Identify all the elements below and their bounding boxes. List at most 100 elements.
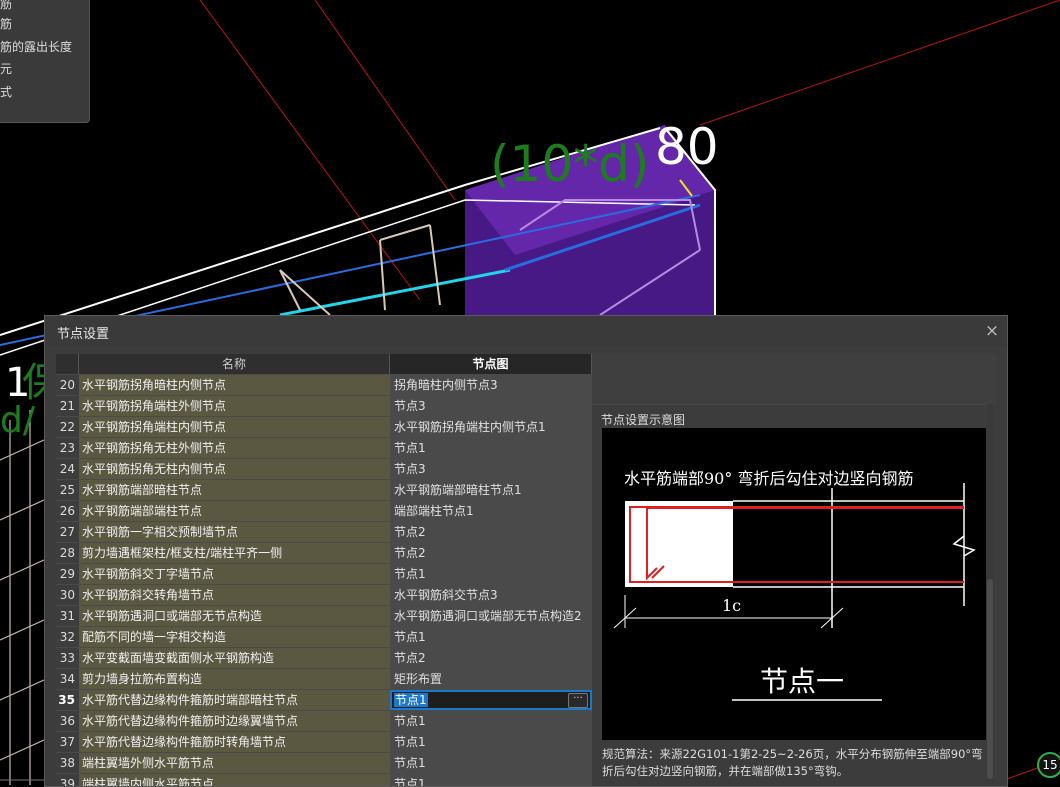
row-name-cell[interactable]: 水平钢筋斜交丁字墙节点	[79, 564, 390, 584]
row-name-cell[interactable]: 水平筋代替边缘构件箍筋时转角墙节点	[79, 732, 390, 752]
table-row[interactable]: 36 水平筋代替边缘构件箍筋时边缘翼墙节点 节点1	[56, 711, 592, 732]
table-header-name[interactable]: 名称	[79, 354, 390, 374]
row-name-cell[interactable]: 端柱翼墙外侧水平筋节点	[79, 753, 390, 773]
row-name-cell[interactable]: 水平钢筋拐角端柱外侧节点	[79, 396, 390, 416]
context-menu-item[interactable]: 筋	[0, 17, 12, 31]
row-node-value: 节点1	[394, 735, 426, 749]
row-node-cell[interactable]: 节点1	[390, 732, 592, 752]
row-node-cell[interactable]: 节点1	[390, 774, 592, 786]
row-name-cell[interactable]: 水平钢筋端部暗柱节点	[79, 480, 390, 500]
table-row[interactable]: 26 水平钢筋端部端柱节点 端部端柱节点1	[56, 501, 592, 522]
row-node-value: 节点1	[394, 567, 426, 581]
context-menu-item[interactable]: 式	[0, 85, 12, 99]
table-row[interactable]: 29 水平钢筋斜交丁字墙节点 节点1	[56, 564, 592, 585]
row-name-cell[interactable]: 水平钢筋端部端柱节点	[79, 501, 390, 521]
row-node-cell[interactable]: 节点1	[390, 438, 592, 458]
row-node-cell[interactable]: 节点2	[390, 522, 592, 542]
ellipsis-button[interactable]: ···	[568, 693, 588, 708]
diagram-panel-header	[592, 354, 996, 405]
row-node-cell[interactable]: 节点1	[390, 627, 592, 647]
row-name-cell[interactable]: 水平钢筋拐角暗柱内侧节点	[79, 375, 390, 395]
table-row[interactable]: 20 水平钢筋拐角暗柱内侧节点 拐角暗柱内侧节点3	[56, 375, 592, 396]
row-node-cell[interactable]: 水平钢筋拐角端柱内侧节点1	[390, 417, 592, 437]
row-name-cell[interactable]: 水平钢筋拐角无柱外侧节点	[79, 438, 390, 458]
row-index: 36	[56, 711, 79, 731]
row-name-cell[interactable]: 水平筋代替边缘构件箍筋时边缘翼墙节点	[79, 711, 390, 731]
table-row[interactable]: 30 水平钢筋斜交转角墙节点 水平钢筋斜交节点3	[56, 585, 592, 606]
row-name-cell[interactable]: 水平筋代替边缘构件箍筋时端部暗柱节点	[79, 690, 390, 710]
row-node-cell[interactable]: 节点3	[390, 459, 592, 479]
table-row[interactable]: 32 配筋不同的墙一字相交构造 节点1	[56, 627, 592, 648]
table-row[interactable]: 34 剪力墙身拉筋布置构造 矩形布置	[56, 669, 592, 690]
table-row[interactable]: 38 端柱翼墙外侧水平筋节点 节点1	[56, 753, 592, 774]
row-node-cell[interactable]: 水平钢筋端部暗柱节点1	[390, 480, 592, 500]
row-name-cell[interactable]: 水平钢筋斜交转角墙节点	[79, 585, 390, 605]
row-node-cell[interactable]: 节点2	[390, 648, 592, 668]
table-row[interactable]: 24 水平钢筋拐角无柱内侧节点 节点3	[56, 459, 592, 480]
table-row[interactable]: 21 水平钢筋拐角端柱外侧节点 节点3	[56, 396, 592, 417]
close-icon[interactable]: ×	[982, 321, 1002, 341]
spec-description: 规范算法：来源22G101-1第2-25~2-26页，水平分布钢筋伸至端部90°…	[602, 747, 983, 778]
diagram-scrollbar[interactable]	[986, 404, 994, 784]
row-node-value: 节点2	[394, 525, 426, 539]
row-node-cell[interactable]: 节点1	[390, 753, 592, 773]
row-name-cell[interactable]: 水平钢筋遇洞口或端部无节点构造	[79, 606, 390, 626]
corner-badge[interactable]: 15	[1037, 752, 1060, 778]
table-row[interactable]: 37 水平筋代替边缘构件箍筋时转角墙节点 节点1	[56, 732, 592, 753]
row-index: 26	[56, 501, 79, 521]
row-node-cell[interactable]: 水平钢筋遇洞口或端部无节点构造2	[390, 606, 592, 626]
diagram-panel-label: 节点设置示意图	[601, 413, 686, 427]
context-menu: 筋 筋 筋的露出长度 元 式	[0, 0, 90, 123]
row-name-cell[interactable]: 水平钢筋拐角无柱内侧节点	[79, 459, 390, 479]
row-node-value: 拐角暗柱内侧节点3	[394, 378, 498, 392]
dialog-titlebar[interactable]: 节点设置 ×	[45, 316, 1007, 346]
table-row[interactable]: 35 水平筋代替边缘构件箍筋时端部暗柱节点 节点1 ···	[56, 690, 592, 711]
table-row[interactable]: 25 水平钢筋端部暗柱节点 水平钢筋端部暗柱节点1	[56, 480, 592, 501]
diagram-dimension-label: 1c	[722, 596, 742, 615]
context-menu-item[interactable]: 元	[0, 62, 12, 76]
row-name-cell[interactable]: 水平钢筋一字相交预制墙节点	[79, 522, 390, 542]
context-menu-item[interactable]: 筋的露出长度	[0, 40, 72, 54]
dimension-value-label: 80	[655, 118, 719, 176]
row-node-value: 节点2	[394, 651, 426, 665]
row-index: 35	[56, 690, 79, 710]
row-node-value: 节点3	[394, 462, 426, 476]
row-name-cell[interactable]: 配筋不同的墙一字相交构造	[79, 627, 390, 647]
row-node-cell[interactable]: 节点2	[390, 543, 592, 563]
table-row[interactable]: 28 剪力墙遇框架柱/框支柱/端柱平齐一侧 节点2	[56, 543, 592, 564]
row-index: 32	[56, 627, 79, 647]
partial-label: d/	[0, 400, 35, 441]
table-header-node[interactable]: 节点图	[390, 354, 592, 374]
row-node-cell[interactable]: 节点1 ···	[390, 690, 592, 710]
row-node-cell[interactable]: 矩形布置	[390, 669, 592, 689]
node-diagram: 水平筋端部90° 弯折后勾住对边竖向钢筋 1c 节点一	[602, 428, 986, 740]
table-row[interactable]: 39 端柱翼墙内侧水平筋节点 节点1	[56, 774, 592, 786]
row-node-cell[interactable]: 拐角暗柱内侧节点3	[390, 375, 592, 395]
scrollbar-thumb[interactable]	[987, 579, 993, 779]
table-row[interactable]: 33 水平变截面墙变截面侧水平钢筋构造 节点2	[56, 648, 592, 669]
diagram-panel: 节点设置示意图 水平筋端部90° 弯折后勾住对边竖向钢筋 1c 节点一 规范算法…	[592, 354, 996, 786]
diagram-node-name: 节点一	[760, 665, 845, 698]
context-menu-item[interactable]: 筋	[0, 0, 12, 11]
row-index: 28	[56, 543, 79, 563]
row-node-cell[interactable]: 端部端柱节点1	[390, 501, 592, 521]
table-row[interactable]: 22 水平钢筋拐角端柱内侧节点 水平钢筋拐角端柱内侧节点1	[56, 417, 592, 438]
row-name-cell[interactable]: 水平变截面墙变截面侧水平钢筋构造	[79, 648, 390, 668]
row-node-cell[interactable]: 节点3	[390, 396, 592, 416]
table-row[interactable]: 31 水平钢筋遇洞口或端部无节点构造 水平钢筋遇洞口或端部无节点构造2	[56, 606, 592, 627]
row-node-cell[interactable]: 节点1	[390, 711, 592, 731]
row-node-value: 水平钢筋斜交节点3	[394, 588, 498, 602]
row-name-cell[interactable]: 剪力墙遇框架柱/框支柱/端柱平齐一侧	[79, 543, 390, 563]
table-row[interactable]: 27 水平钢筋一字相交预制墙节点 节点2	[56, 522, 592, 543]
row-node-cell[interactable]: 水平钢筋斜交节点3	[390, 585, 592, 605]
row-index: 39	[56, 774, 79, 786]
row-name-cell[interactable]: 端柱翼墙内侧水平筋节点	[79, 774, 390, 786]
row-name-cell[interactable]: 剪力墙身拉筋布置构造	[79, 669, 390, 689]
table-row[interactable]: 23 水平钢筋拐角无柱外侧节点 节点1	[56, 438, 592, 459]
dimension-formula-label: (10*d)	[490, 135, 650, 193]
row-node-cell[interactable]: 节点1	[390, 564, 592, 584]
diagram-caption: 水平筋端部90° 弯折后勾住对边竖向钢筋	[624, 469, 914, 488]
row-name-cell[interactable]: 水平钢筋拐角端柱内侧节点	[79, 417, 390, 437]
row-index: 38	[56, 753, 79, 773]
row-node-value: 节点1	[394, 441, 426, 455]
